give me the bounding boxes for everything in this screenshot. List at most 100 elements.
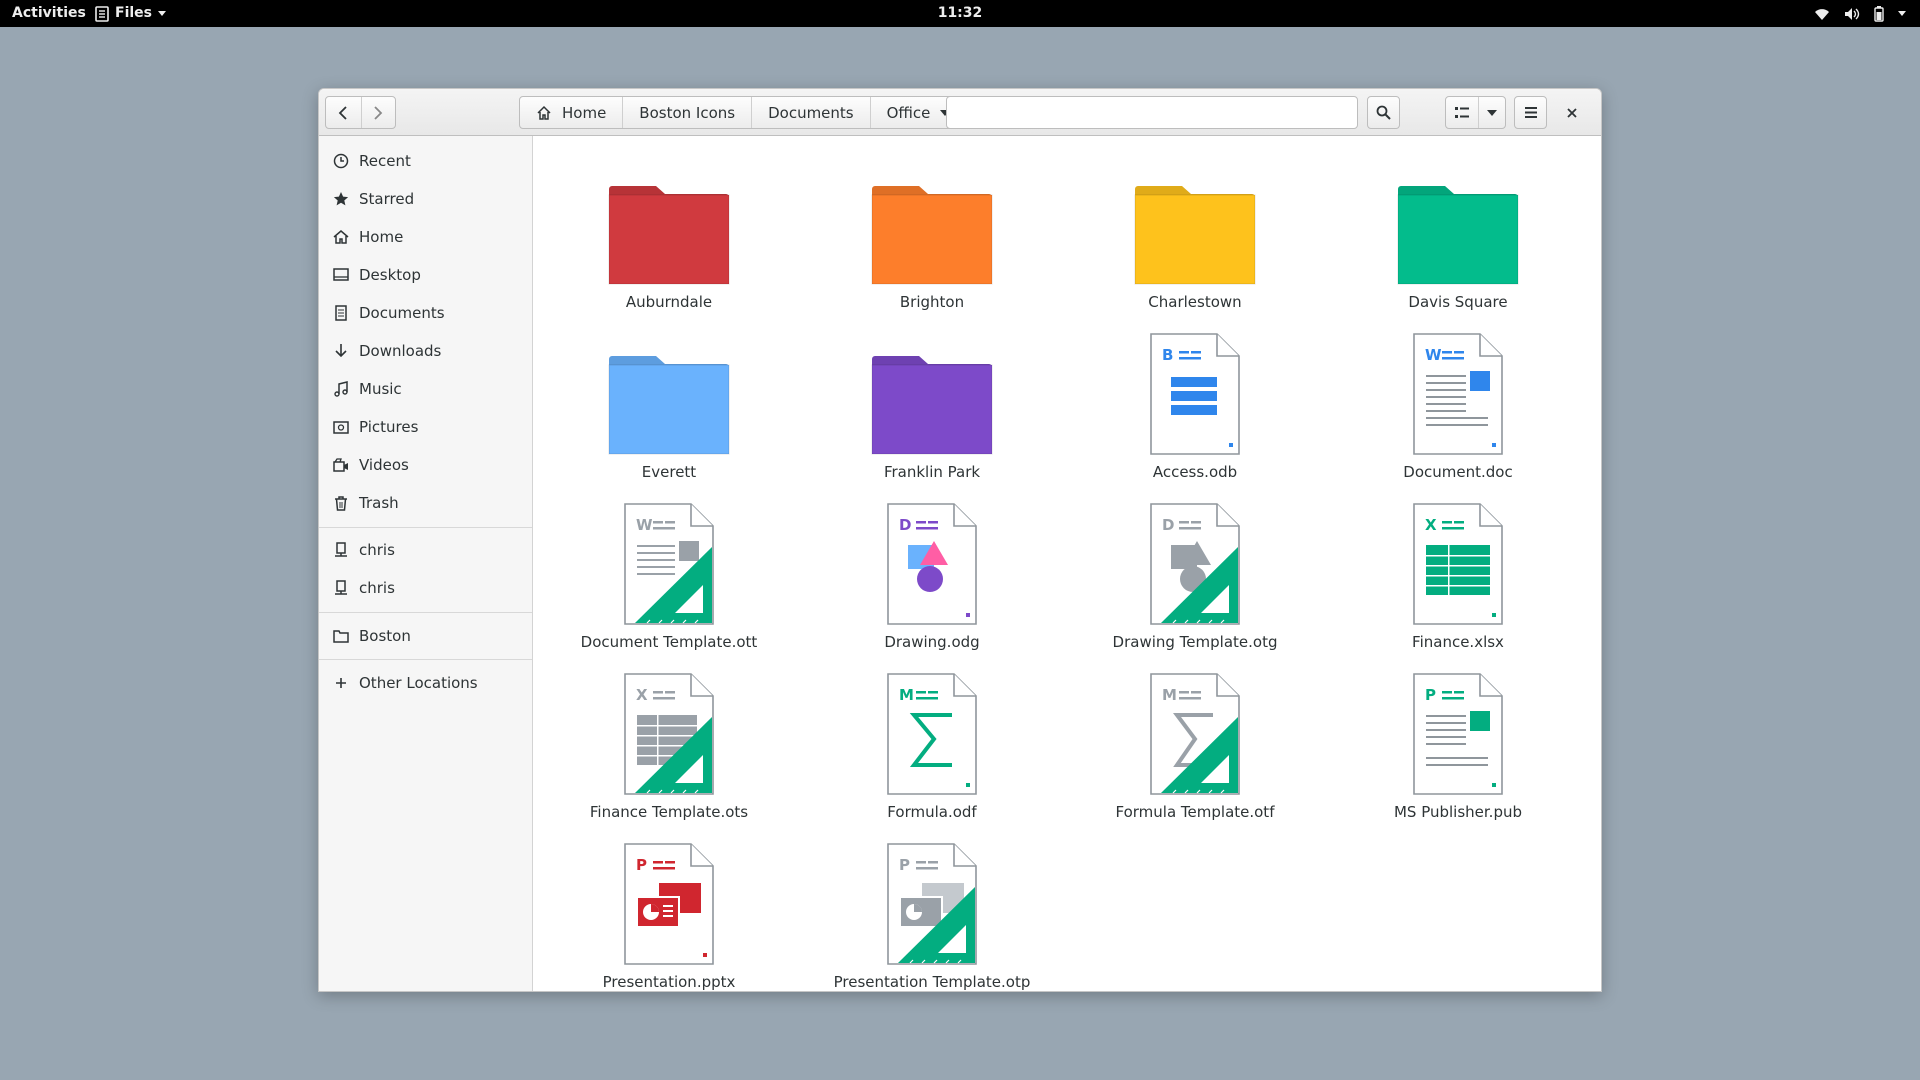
folder-item[interactable]: Auburndale xyxy=(553,161,785,321)
svg-text:P: P xyxy=(636,856,647,874)
sidebar-item-home[interactable]: Home xyxy=(319,220,532,254)
sidebar-item-trash[interactable]: Trash xyxy=(319,486,532,520)
hamburger-menu-icon xyxy=(1524,107,1537,118)
file-name-label: Formula Template.otf xyxy=(1115,803,1275,821)
file-name-label: Presentation.pptx xyxy=(602,973,736,991)
list-view-button[interactable] xyxy=(1446,97,1479,128)
writer-template-document-icon: W xyxy=(604,501,734,625)
file-item[interactable]: W Document Template.ott xyxy=(553,501,785,661)
sidebar-item-boston[interactable]: Boston xyxy=(319,619,532,653)
location-entry[interactable] xyxy=(946,96,1358,129)
file-name-label: Auburndale xyxy=(625,293,713,311)
back-button[interactable] xyxy=(326,97,361,128)
breadcrumb-label: Boston Icons xyxy=(639,103,736,122)
plus-icon xyxy=(333,675,349,691)
home-icon xyxy=(333,229,349,245)
file-item[interactable]: D Drawing Template.otg xyxy=(1079,501,1311,661)
sidebar-item-documents[interactable]: Documents xyxy=(319,296,532,330)
folder-item[interactable]: Everett xyxy=(553,331,785,491)
folder-item[interactable]: Franklin Park xyxy=(816,331,1048,491)
svg-text:D: D xyxy=(1162,516,1174,534)
file-name-label: Presentation Template.otp xyxy=(833,973,1031,991)
activities-button[interactable]: Activities xyxy=(12,0,86,27)
battery-icon xyxy=(1874,5,1884,22)
folder-item[interactable]: Brighton xyxy=(816,161,1048,321)
svg-text:B: B xyxy=(1162,346,1173,364)
folder-item[interactable]: Davis Square xyxy=(1342,161,1574,321)
svg-text:P: P xyxy=(899,856,910,874)
system-tray[interactable] xyxy=(1814,0,1906,27)
file-name-label: Charlestown xyxy=(1148,293,1242,311)
file-grid: Auburndale Brighton Charlestown Davis Sq… xyxy=(533,136,1601,991)
trash-icon xyxy=(333,495,349,511)
file-name-label: Document Template.ott xyxy=(580,633,758,651)
sidebar: Recent Starred Home Desktop Documents Do… xyxy=(319,136,533,991)
search-icon xyxy=(1376,105,1391,120)
breadcrumb-home[interactable]: Home xyxy=(520,97,624,128)
view-options-button[interactable] xyxy=(1479,97,1505,128)
sidebar-item-label: chris xyxy=(359,579,395,597)
search-button[interactable] xyxy=(1367,96,1400,129)
folder-icon xyxy=(1130,161,1260,285)
close-window-button[interactable] xyxy=(1555,96,1588,129)
file-name-label: Drawing Template.otg xyxy=(1112,633,1278,651)
file-item[interactable]: W Document.doc xyxy=(1342,331,1574,491)
clock[interactable]: 11:32 xyxy=(938,5,983,21)
file-name-label: Document.doc xyxy=(1403,463,1513,481)
folder-icon xyxy=(604,161,734,285)
files-window: Home Boston Icons Documents Office Recen… xyxy=(318,88,1602,992)
file-name-label: Everett xyxy=(641,463,697,481)
file-item[interactable]: M Formula Template.otf xyxy=(1079,671,1311,831)
file-item[interactable]: X Finance.xlsx xyxy=(1342,501,1574,661)
math-document-icon: M xyxy=(867,671,997,795)
file-item[interactable]: M Formula.odf xyxy=(816,671,1048,831)
folder-icon xyxy=(604,331,734,455)
drive-icon xyxy=(333,542,349,558)
clock-icon xyxy=(333,153,349,169)
forward-button[interactable] xyxy=(360,97,396,128)
hamburger-menu-button[interactable] xyxy=(1514,96,1547,129)
base-document-icon: B xyxy=(1130,331,1260,455)
wifi-icon xyxy=(1815,8,1829,20)
sidebar-item-videos[interactable]: Videos xyxy=(319,448,532,482)
navigation-buttons xyxy=(325,96,396,129)
breadcrumb-boston-icons[interactable]: Boston Icons xyxy=(623,97,753,128)
download-icon xyxy=(333,343,349,359)
svg-text:W: W xyxy=(636,516,653,534)
breadcrumb-documents[interactable]: Documents xyxy=(752,97,871,128)
file-name-label: Franklin Park xyxy=(883,463,981,481)
app-menu[interactable]: Files xyxy=(95,0,166,27)
sidebar-item-other-locations[interactable]: Other Locations xyxy=(319,666,532,700)
view-buttons xyxy=(1445,96,1506,129)
sidebar-item-recent[interactable]: Recent xyxy=(319,144,532,178)
file-item[interactable]: P Presentation Template.otp xyxy=(816,841,1048,991)
svg-text:D: D xyxy=(899,516,911,534)
sidebar-item-pictures[interactable]: Pictures xyxy=(319,410,532,444)
file-name-label: Access.odb xyxy=(1152,463,1238,481)
file-item[interactable]: D Drawing.odg xyxy=(816,501,1048,661)
svg-text:P: P xyxy=(1425,686,1436,704)
file-item[interactable]: P Presentation.pptx xyxy=(553,841,785,991)
sidebar-item-label: Home xyxy=(359,228,404,246)
folder-icon xyxy=(1393,161,1523,285)
sidebar-divider xyxy=(319,612,532,613)
sidebar-item-downloads[interactable]: Downloads xyxy=(319,334,532,368)
music-icon xyxy=(333,381,349,397)
file-item[interactable]: B Access.odb xyxy=(1079,331,1311,491)
file-name-label: Drawing.odg xyxy=(884,633,980,651)
sidebar-item-drive-chris[interactable]: chris xyxy=(319,571,532,605)
calc-document-icon: X xyxy=(1393,501,1523,625)
folder-item[interactable]: Charlestown xyxy=(1079,161,1311,321)
sidebar-item-desktop[interactable]: Desktop xyxy=(319,258,532,292)
back-icon xyxy=(338,105,347,120)
svg-text:M: M xyxy=(1162,686,1177,704)
sidebar-item-starred[interactable]: Starred xyxy=(319,182,532,216)
sidebar-divider xyxy=(319,659,532,660)
file-item[interactable]: X Finance Template.ots xyxy=(553,671,785,831)
sidebar-item-drive-chris[interactable]: chris xyxy=(319,533,532,567)
file-name-label: Finance Template.ots xyxy=(589,803,749,821)
writer-document-icon: W xyxy=(1393,331,1523,455)
file-item[interactable]: P MS Publisher.pub xyxy=(1342,671,1574,831)
draw-template-document-icon: D xyxy=(1130,501,1260,625)
sidebar-item-music[interactable]: Music xyxy=(319,372,532,406)
